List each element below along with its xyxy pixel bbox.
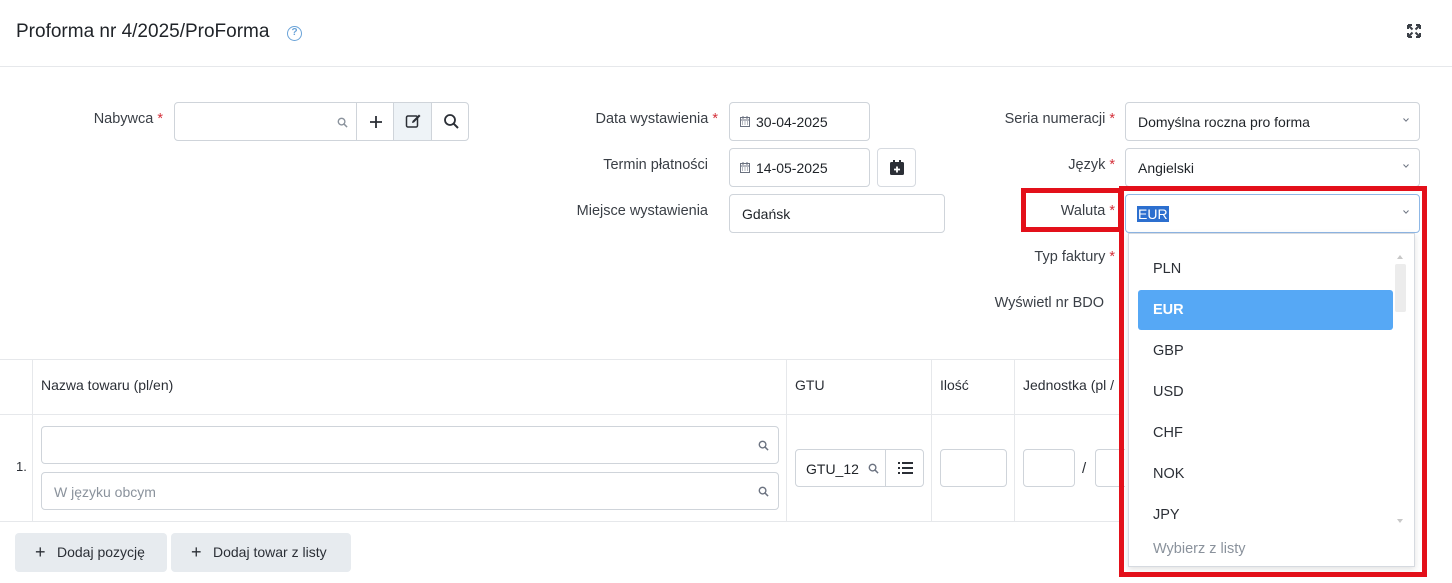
add-from-list-button[interactable]: + Dodaj towar z listy: [171, 533, 351, 572]
header-bar: Proforma nr 4/2025/ProForma ?: [0, 0, 1452, 67]
buyer-input[interactable]: [174, 102, 357, 141]
add-position-button[interactable]: + Dodaj pozycję: [15, 533, 167, 572]
language-label: Język *: [1068, 157, 1115, 173]
row-index: 1.: [16, 459, 27, 474]
chevron-down-icon: [1403, 118, 1409, 122]
payment-due-input[interactable]: 14-05-2025: [729, 148, 870, 187]
column-header-gtu: GTU: [795, 377, 825, 393]
highlight-frame-dropdown: [1119, 186, 1427, 577]
column-divider: [786, 359, 787, 521]
unit-pl-input[interactable]: [1023, 449, 1075, 487]
add-buyer-button[interactable]: [356, 102, 394, 141]
place-input[interactable]: Gdańsk: [729, 194, 945, 233]
invoice-type-label: Typ faktury *: [1034, 249, 1115, 265]
gtu-list-button[interactable]: [885, 449, 924, 487]
show-bdo-label: Wyświetl nr BDO: [994, 295, 1104, 311]
chevron-down-icon: [1403, 164, 1409, 168]
list-icon: [898, 462, 913, 474]
item-name-input[interactable]: [41, 426, 779, 464]
help-icon[interactable]: ?: [287, 26, 302, 41]
calendar-icon: [740, 162, 750, 173]
column-divider: [1014, 359, 1015, 521]
buyer-label: Nabywca *: [93, 111, 163, 127]
quantity-input[interactable]: [940, 449, 1007, 487]
calendar-plus-icon: [890, 160, 904, 175]
edit-buyer-button[interactable]: [393, 102, 432, 141]
column-divider: [931, 359, 932, 521]
unit-separator: /: [1082, 460, 1087, 477]
issue-date-input[interactable]: 30-04-2025: [729, 102, 870, 141]
series-select[interactable]: Domyślna roczna pro forma: [1125, 102, 1420, 141]
expand-icon[interactable]: [1406, 23, 1422, 39]
series-label: Seria numeracji *: [1004, 111, 1115, 127]
search-icon: [758, 440, 769, 451]
column-header-name: Nazwa towaru (pl/en): [41, 377, 174, 393]
edit-icon: [405, 114, 421, 128]
search-icon: [758, 486, 769, 497]
search-icon: [868, 463, 879, 474]
table-bottom-border: [0, 521, 1120, 522]
search-icon: [337, 117, 348, 128]
plus-icon: [370, 116, 382, 128]
plus-icon: +: [191, 542, 202, 562]
search-buyer-button[interactable]: [431, 102, 469, 141]
issue-date-label: Data wystawienia *: [595, 111, 718, 127]
search-icon: [444, 114, 459, 129]
item-foreign-name-input[interactable]: W języku obcym: [41, 472, 779, 510]
column-divider: [32, 359, 33, 521]
table-top-border: [0, 359, 1120, 360]
place-label: Miejsce wystawienia: [576, 203, 708, 219]
plus-icon: +: [35, 542, 46, 562]
column-header-qty: Ilość: [940, 377, 969, 393]
calendar-icon: [740, 116, 750, 127]
gtu-input[interactable]: GTU_12: [795, 449, 886, 487]
calendar-add-button[interactable]: [877, 148, 916, 187]
payment-due-label: Termin płatności: [603, 157, 708, 173]
highlight-frame-label: [1021, 188, 1123, 232]
page-title: Proforma nr 4/2025/ProForma: [16, 21, 270, 42]
column-header-unit: Jednostka (pl /: [1023, 377, 1115, 393]
table-header-border: [0, 414, 1120, 415]
language-select[interactable]: Angielski: [1125, 148, 1420, 187]
